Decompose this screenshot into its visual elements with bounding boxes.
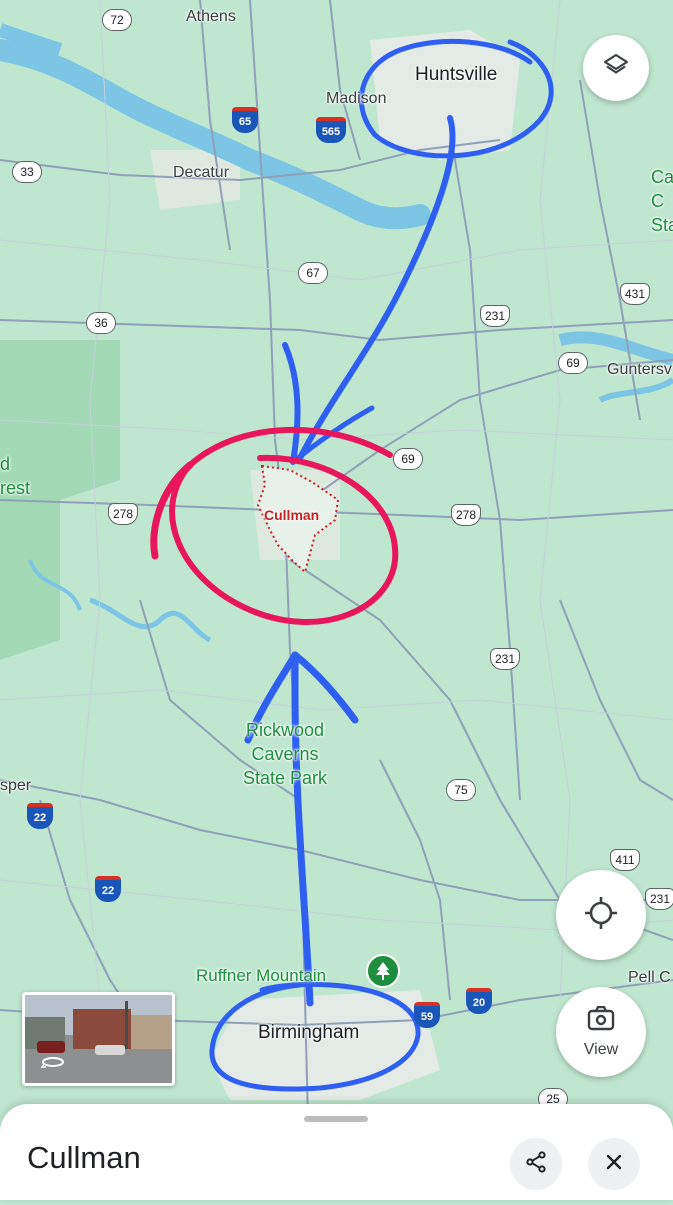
shield-75: 75 <box>446 779 476 801</box>
interstate-565: 565 <box>316 117 346 143</box>
shield-67: 67 <box>298 262 328 284</box>
interstate-22: 22 <box>95 876 121 902</box>
my-location-icon <box>583 895 619 936</box>
place-bottom-sheet[interactable]: Cullman <box>0 1104 673 1200</box>
shield-us-431: 431 <box>620 283 650 305</box>
shield-72: 72 <box>102 9 132 31</box>
share-icon <box>524 1150 548 1179</box>
street-view-camera-icon <box>586 1005 616 1037</box>
label-athens: Athens <box>186 8 236 25</box>
park-pin-tree-icon[interactable] <box>366 954 400 988</box>
label-decatur: Decatur <box>173 164 230 181</box>
place-title: Cullman <box>27 1140 141 1175</box>
park-line-3: State Park <box>242 768 328 788</box>
label-rickwood-caverns[interactable]: Rickwood Caverns State Park <box>230 718 340 790</box>
share-button[interactable] <box>510 1138 562 1190</box>
shield-us-231-north: 231 <box>480 305 510 327</box>
label-madison: Madison <box>326 90 387 107</box>
view-button[interactable]: View <box>556 987 646 1077</box>
label-huntsville: Huntsville <box>415 64 498 85</box>
layers-icon <box>601 51 631 86</box>
close-icon <box>604 1152 624 1177</box>
shield-us-278-east: 278 <box>451 504 481 526</box>
shield-69: 69 <box>393 448 423 470</box>
interstate-20: 20 <box>466 988 492 1014</box>
label-state-park-edge: Ca C Sta <box>651 167 673 235</box>
label-cullman[interactable]: Cullman <box>264 507 319 523</box>
label-birmingham: Birmingham <box>258 1022 360 1043</box>
shield-us-411: 411 <box>610 849 640 871</box>
layers-button[interactable] <box>583 35 649 101</box>
park-line-1: Rickwood <box>245 720 325 740</box>
my-location-button[interactable] <box>556 870 646 960</box>
shield-us-278-west: 278 <box>108 503 138 525</box>
label-pell-city: Pell C <box>628 969 671 986</box>
street-view-thumbnail[interactable] <box>22 992 175 1086</box>
shield-69-east: 69 <box>558 352 588 374</box>
label-guntersville: Guntersv <box>607 361 672 378</box>
shield-us-231: 231 <box>490 648 520 670</box>
close-button[interactable] <box>588 1138 640 1190</box>
interstate-59: 59 <box>414 1002 440 1028</box>
shield-33: 33 <box>12 161 42 183</box>
view-label: View <box>583 1040 619 1058</box>
park-line-2: Caverns <box>251 744 319 764</box>
shield-36: 36 <box>86 312 116 334</box>
street-view-360-icon <box>40 1055 65 1074</box>
sheet-drag-handle[interactable] <box>304 1116 368 1122</box>
interstate-65: 65 <box>232 107 258 133</box>
shield-us-231-south: 231 <box>645 888 673 910</box>
interstate-22-west: 22 <box>27 803 53 829</box>
label-forest: d rest <box>0 454 31 498</box>
label-ruffner-mountain[interactable]: Ruffner Mountain <box>196 964 326 988</box>
label-jasper: sper <box>0 777 32 794</box>
